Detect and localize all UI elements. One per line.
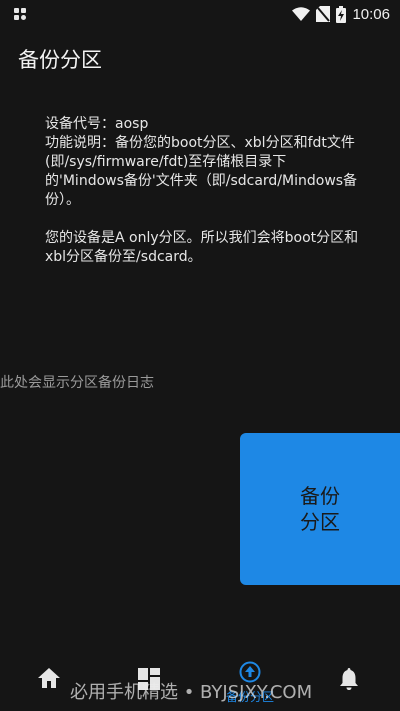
bell-icon [340, 668, 358, 690]
device-code-text: 设备代号：aosp [45, 116, 149, 132]
nav-notifications[interactable] [319, 648, 379, 711]
status-icons: 10:06 [292, 4, 390, 24]
page-title: 备份分区 [18, 48, 102, 72]
status-time: 10:06 [352, 5, 390, 23]
device-status-text: 您的设备是A only分区。所以我们会将boot分区和xbl分区备份至/sdca… [45, 230, 359, 265]
watermark: 必用手机精选 • BYJSJXY.COM [70, 682, 313, 703]
wifi-icon [292, 7, 311, 21]
notification-icon [14, 8, 26, 20]
status-bar: 10:06 [0, 0, 400, 28]
info-panel: 设备代号：aosp 功能说明：备份您的boot分区、xbl分区和fdt文件(即/… [45, 115, 363, 267]
no-sim-icon [316, 6, 331, 22]
home-icon [38, 668, 60, 688]
backup-log-placeholder: 此处会显示分区备份日志 [0, 375, 154, 391]
backup-partition-button[interactable]: 备份分区 [240, 433, 400, 585]
function-description-text: 功能说明：备份您的boot分区、xbl分区和fdt文件(即/sys/firmwa… [45, 135, 358, 208]
battery-charging-icon [336, 5, 347, 23]
backup-button-label: 备份分区 [300, 484, 340, 534]
